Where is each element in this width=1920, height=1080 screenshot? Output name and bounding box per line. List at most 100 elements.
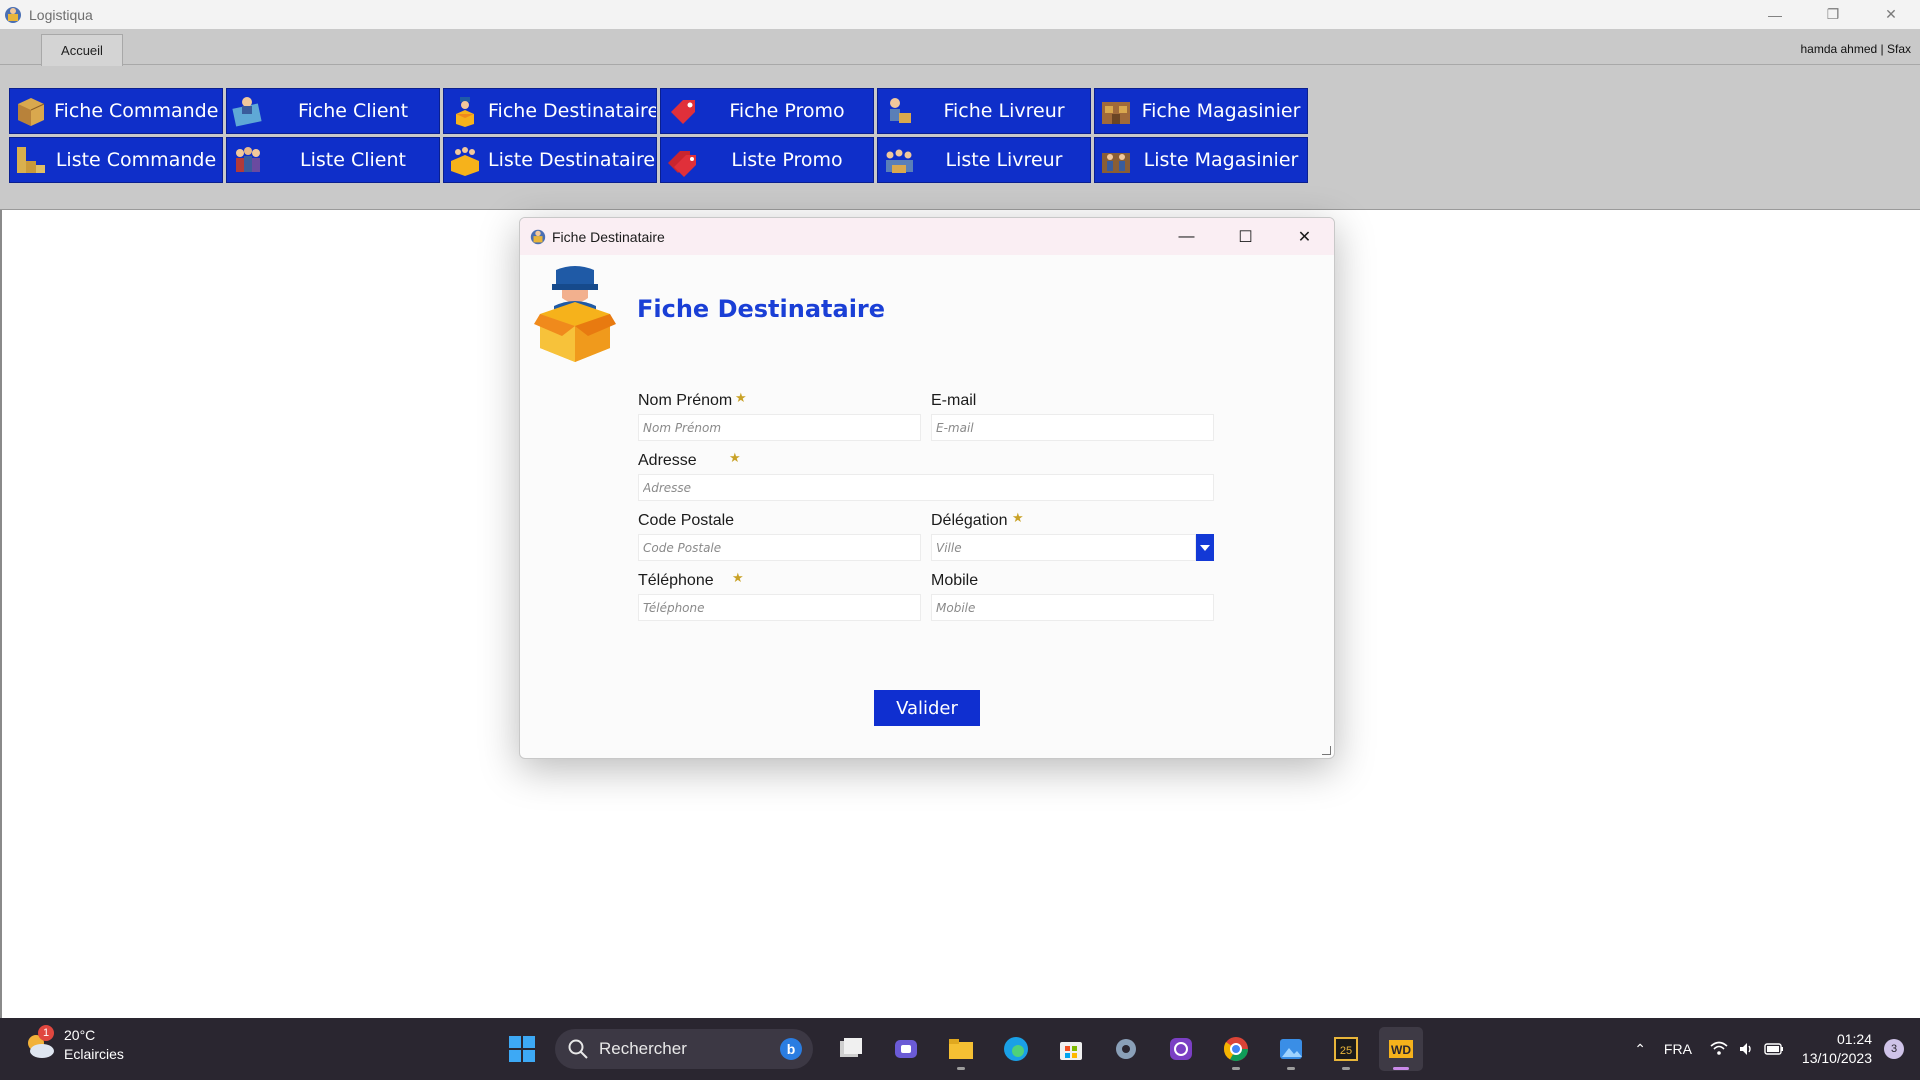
minimize-button[interactable]: —	[1746, 0, 1804, 29]
running-indicator	[1232, 1067, 1240, 1070]
close-button[interactable]: ✕	[1862, 0, 1920, 29]
notification-badge[interactable]: 3	[1884, 1039, 1904, 1059]
settings-icon[interactable]	[1104, 1027, 1148, 1071]
valider-button[interactable]: Valider	[874, 690, 980, 726]
chevron-up-icon[interactable]: ⌃	[1634, 1041, 1646, 1058]
dialog-title: Fiche Destinataire	[552, 228, 665, 245]
email-input[interactable]	[931, 414, 1214, 441]
dialog-titlebar: Fiche Destinataire — ☐ ✕	[520, 218, 1334, 255]
task-view-icon[interactable]	[829, 1027, 873, 1071]
clients-group-icon	[236, 147, 260, 172]
weather-icon: 1	[22, 1025, 58, 1063]
taskbar-search[interactable]: Rechercher b	[555, 1029, 813, 1069]
app-studio-icon[interactable]: 25	[1324, 1027, 1368, 1071]
weather-condition: Eclaircies	[64, 1046, 124, 1062]
mobile-input[interactable]	[931, 594, 1214, 621]
running-indicator	[1342, 1067, 1350, 1070]
taskbar-apps: Rechercher b 25 WD	[500, 1027, 1434, 1071]
liste-commande-button[interactable]: Liste Commande	[9, 137, 223, 183]
svg-text:b: b	[787, 1041, 796, 1057]
wifi-icon[interactable]	[1710, 1041, 1728, 1057]
search-placeholder: Rechercher	[599, 1039, 687, 1058]
app-logo-icon	[530, 229, 546, 244]
fiche-client-button[interactable]: Fiche Client	[226, 88, 440, 134]
client-card-icon	[232, 97, 262, 127]
resize-grip[interactable]	[1322, 746, 1331, 755]
clock-time: 01:24	[1836, 1031, 1872, 1047]
fiche-commande-button[interactable]: Fiche Commande	[9, 88, 223, 134]
required-star-icon: ★	[729, 450, 741, 465]
recipient-icon	[456, 97, 474, 127]
delegation-label: Délégation	[931, 512, 1008, 529]
fiche-promo-button[interactable]: Fiche Promo	[660, 88, 874, 134]
fiche-livreur-button[interactable]: Fiche Livreur	[877, 88, 1091, 134]
clock-date: 13/10/2023	[1801, 1050, 1872, 1066]
battery-icon[interactable]	[1764, 1042, 1784, 1056]
weather-widget[interactable]: 1 20°C Eclaircies	[22, 1025, 124, 1064]
boxes-icon	[17, 147, 45, 173]
liste-client-button[interactable]: Liste Client	[226, 137, 440, 183]
promo-tag-icon	[671, 100, 695, 124]
svg-text:WD: WD	[1391, 1043, 1411, 1057]
liste-livreur-button[interactable]: Liste Livreur	[877, 137, 1091, 183]
svg-text:25: 25	[1340, 1045, 1352, 1057]
delivery-men-icon	[886, 149, 913, 173]
language-indicator[interactable]: FRA	[1664, 1041, 1692, 1057]
running-indicator	[957, 1067, 965, 1070]
running-indicator	[1287, 1067, 1295, 1070]
fiche-magasinier-button[interactable]: Fiche Magasinier	[1094, 88, 1308, 134]
ribbon-button-grid: Fiche Commande Fiche Client Fiche Destin…	[9, 88, 1308, 183]
clock[interactable]: 01:24 13/10/2023	[1802, 1030, 1872, 1068]
teams-icon[interactable]	[884, 1027, 928, 1071]
running-indicator	[1393, 1067, 1409, 1070]
dialog-close-button[interactable]: ✕	[1275, 218, 1334, 255]
fiche-destinataire-button[interactable]: Fiche Destinataire	[443, 88, 657, 134]
weather-badge: 1	[38, 1025, 54, 1041]
windev-icon[interactable]: WD	[1379, 1027, 1423, 1071]
edge-icon[interactable]	[994, 1027, 1038, 1071]
windows-logo-icon	[509, 1036, 535, 1062]
box-icon	[18, 98, 45, 126]
chevron-down-icon	[1200, 544, 1210, 551]
delegation-dropdown-button[interactable]	[1196, 534, 1214, 561]
required-star-icon: ★	[732, 570, 744, 585]
code-postale-input[interactable]	[638, 534, 921, 561]
nom-prenom-input[interactable]	[638, 414, 921, 441]
chrome-icon[interactable]	[1214, 1027, 1258, 1071]
email-label: E-mail	[931, 392, 977, 409]
weather-text: 20°C Eclaircies	[64, 1026, 124, 1064]
liste-magasinier-button[interactable]: Liste Magasinier	[1094, 137, 1308, 183]
fiche-destinataire-dialog: Fiche Destinataire — ☐ ✕ Fiche Destinata…	[519, 217, 1335, 759]
system-tray: ⌃ FRA 01:24 13/10/2023 3	[1634, 1018, 1920, 1080]
liste-promo-button[interactable]: Liste Promo	[660, 137, 874, 183]
photos-icon[interactable]	[1269, 1027, 1313, 1071]
recipients-icon	[451, 147, 479, 176]
window-controls: — ❐ ✕	[1746, 0, 1920, 29]
restore-button[interactable]: ❐	[1804, 0, 1862, 29]
ribbon-tab-row: Accueil hamda ahmed | Sfax	[0, 29, 1920, 66]
required-star-icon: ★	[1012, 510, 1024, 525]
warehouse-icon	[1102, 102, 1130, 124]
volume-icon[interactable]	[1738, 1041, 1754, 1057]
dialog-minimize-button[interactable]: —	[1157, 218, 1216, 255]
delivery-man-icon	[890, 98, 911, 123]
dialog-heading: Fiche Destinataire	[637, 295, 886, 323]
required-star-icon: ★	[735, 390, 747, 405]
search-icon	[568, 1039, 588, 1059]
code-postale-label: Code Postale	[638, 512, 735, 529]
proton-icon[interactable]	[1159, 1027, 1203, 1071]
adresse-input[interactable]	[638, 474, 1214, 501]
telephone-input[interactable]	[638, 594, 921, 621]
store-icon[interactable]	[1049, 1027, 1093, 1071]
adresse-label: Adresse	[638, 452, 697, 469]
delegation-combobox[interactable]	[931, 534, 1196, 561]
promo-tags-icon	[668, 151, 696, 177]
taskbar: 1 20°C Eclaircies Rechercher b 25 WD ⌃ F…	[0, 1018, 1920, 1080]
main-titlebar: Logistiqua — ❐ ✕	[0, 0, 1920, 29]
liste-destinataire-button[interactable]: Liste Destinataire	[443, 137, 657, 183]
dialog-maximize-button[interactable]: ☐	[1216, 218, 1275, 255]
tab-accueil[interactable]: Accueil	[41, 34, 123, 66]
file-explorer-icon[interactable]	[939, 1027, 983, 1071]
start-button[interactable]	[500, 1027, 544, 1071]
ribbon: Accueil hamda ahmed | Sfax Fiche Command…	[0, 29, 1920, 210]
